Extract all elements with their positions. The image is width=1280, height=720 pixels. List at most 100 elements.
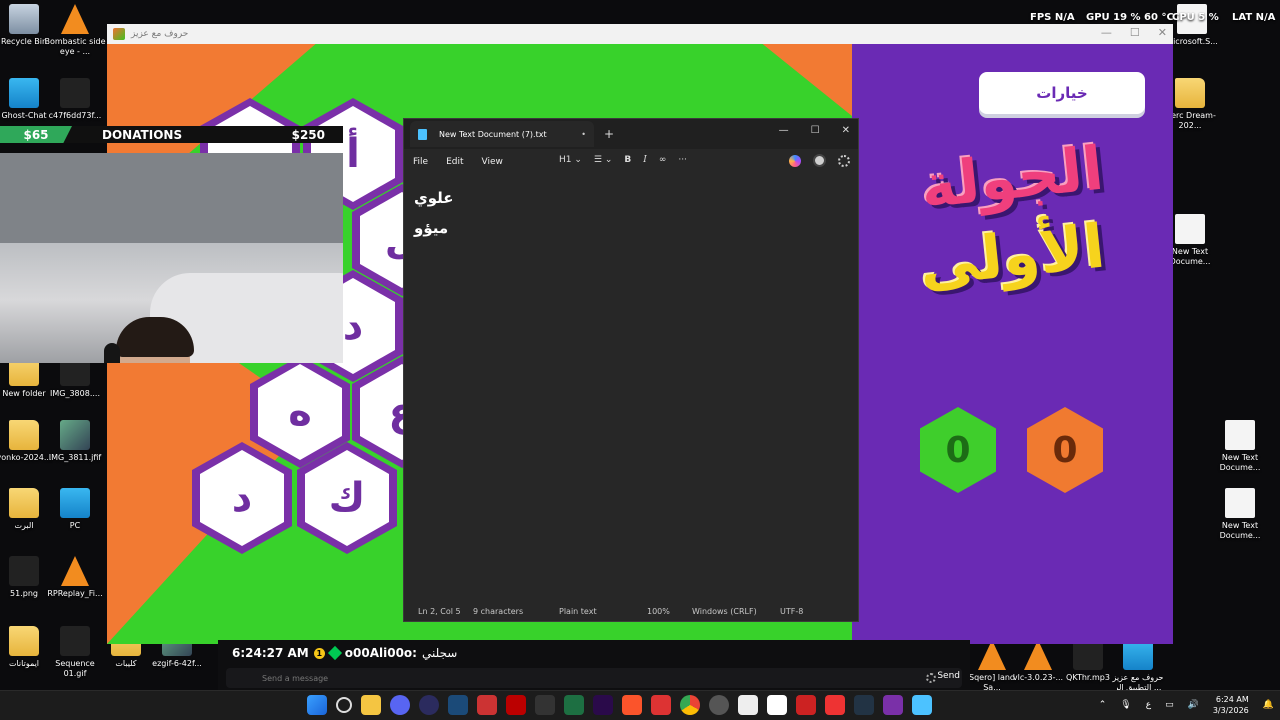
italic-icon[interactable]: I (643, 155, 647, 165)
list-dropdown-icon[interactable]: ☰ ⌄ (594, 155, 612, 165)
notepad-right-tools (789, 154, 850, 167)
account-icon[interactable] (813, 154, 826, 167)
red-app-icon[interactable] (506, 695, 526, 715)
keyboard-language[interactable]: ع (1146, 700, 1151, 710)
microphone-icon[interactable]: 🎙 (1120, 700, 1131, 710)
red-app-icon[interactable] (796, 695, 816, 715)
steam-icon[interactable] (709, 695, 729, 715)
menu-view[interactable]: View (482, 157, 503, 167)
text-file-icon (1225, 420, 1255, 450)
fps-readout: FPS N/A (1030, 12, 1075, 23)
copilot-icon[interactable] (789, 154, 801, 167)
maximize-icon[interactable]: ☐ (1130, 26, 1140, 39)
text-file-icon (1175, 214, 1205, 244)
close-icon[interactable]: ✕ (842, 125, 850, 136)
notepad-menu-bar: File Edit View H1 ⌄ ☰ ⌄ B I ∞ ··· (404, 149, 858, 175)
app-icon[interactable] (767, 695, 787, 715)
chevron-up-icon[interactable]: ⌃ (1099, 700, 1107, 710)
options-button[interactable]: خيارات (979, 72, 1145, 114)
file-explorer-icon[interactable] (361, 695, 381, 715)
red-app-icon[interactable] (651, 695, 671, 715)
steam-icon[interactable] (448, 695, 468, 715)
folder-icon (1175, 78, 1205, 108)
gem-badge-icon (327, 645, 342, 661)
search-icon[interactable] (336, 697, 352, 713)
app-icon (1123, 640, 1153, 670)
steam-icon[interactable] (854, 695, 874, 715)
unsaved-indicator: • (581, 129, 586, 139)
desktop-icon-new-text-2[interactable]: New Text Docume... (1208, 420, 1272, 473)
taskbar-apps (307, 695, 932, 715)
notepad-tab[interactable]: New Text Document (7).txt • (410, 121, 594, 147)
desktop-icon-bombastic[interactable]: Bombastic side eye - ... (43, 4, 107, 57)
maximize-icon[interactable]: ☐ (811, 125, 820, 136)
app-icon (9, 78, 39, 108)
line-ending[interactable]: Windows (CRLF) (692, 607, 757, 616)
app-icon (113, 28, 125, 40)
clock[interactable]: 6:24 AM 3/3/2026 (1213, 694, 1249, 716)
notepad-editor[interactable]: علوي ميؤو (404, 175, 858, 595)
format-toolbar: H1 ⌄ ☰ ⌄ B I ∞ ··· (559, 155, 687, 165)
bold-icon[interactable]: B (624, 155, 631, 165)
desktop-icon-letters-app[interactable]: حروف مع عزيز التطبيق الر ... (1106, 640, 1170, 693)
text-format[interactable]: Plain text (559, 607, 597, 616)
game-side-panel: خيارات الجولة الأولى 0 0 (852, 44, 1173, 644)
close-icon[interactable]: ✕ (1158, 26, 1167, 39)
volume-icon[interactable]: 🔊 (1188, 700, 1199, 710)
menu-edit[interactable]: Edit (446, 157, 463, 167)
image-icon (9, 556, 39, 586)
cursor-position[interactable]: Ln 2, Col 5 (418, 607, 461, 616)
chat-input[interactable]: Send a message (226, 668, 962, 688)
notepad-tab-bar: New Text Document (7).txt • + — ☐ ✕ (404, 119, 858, 149)
excel-icon[interactable] (564, 695, 584, 715)
chrome-icon[interactable] (680, 695, 700, 715)
vlc-icon (61, 556, 89, 586)
desktop-icon-pc[interactable]: PC (43, 488, 107, 531)
heading-dropdown[interactable]: H1 ⌄ (559, 155, 582, 165)
link-icon[interactable]: ∞ (659, 155, 667, 165)
chat-send-button[interactable]: Send (937, 671, 960, 681)
more-icon[interactable]: ··· (678, 155, 687, 165)
desktop-icon-img3811[interactable]: IMG_3811.jfif (43, 420, 107, 463)
game-window-title: حروف مع عزيز (131, 29, 189, 39)
media-player-icon[interactable] (419, 695, 439, 715)
chat-settings-icon[interactable] (926, 673, 936, 683)
lat-readout: LAT N/A (1232, 12, 1276, 23)
red-app-icon[interactable] (825, 695, 845, 715)
brave-icon[interactable] (622, 695, 642, 715)
discord-icon[interactable] (390, 695, 410, 715)
minimize-icon[interactable]: — (779, 125, 789, 136)
folder-icon (9, 626, 39, 656)
notepad-window-controls: — ☐ ✕ (779, 125, 850, 136)
premiere-icon[interactable] (593, 695, 613, 715)
donation-amount: $65 (0, 126, 72, 143)
notepad-window[interactable]: New Text Document (7).txt • + — ☐ ✕ File… (403, 118, 859, 622)
donation-label: DONATIONS (102, 127, 183, 142)
game-launcher-icon[interactable] (477, 695, 497, 715)
minimize-icon[interactable]: — (1101, 26, 1112, 39)
image-icon (60, 420, 90, 450)
capcut-icon[interactable] (535, 695, 555, 715)
chat-username[interactable]: o00Ali00o: (345, 646, 417, 660)
system-tray: ⌃ 🎙 ع ▭ 🔊 6:24 AM 3/3/2026 🔔 (1099, 694, 1274, 716)
subscriber-badge-icon: 1 (313, 647, 325, 659)
desktop-icon-c47f[interactable]: c47f6dd73f... (43, 78, 107, 121)
capcut-icon[interactable] (738, 695, 758, 715)
gpu-readout: GPU 19 % 60 °C (1086, 12, 1174, 23)
settings-gear-icon[interactable] (838, 154, 850, 167)
notification-icon[interactable]: 🔔 (1263, 700, 1274, 710)
network-icon[interactable]: ▭ (1165, 700, 1174, 710)
encoding[interactable]: UTF-8 (780, 607, 803, 616)
menu-file[interactable]: File (413, 157, 428, 167)
desktop-icon-rpreplay[interactable]: RPReplay_Fi... (43, 556, 107, 599)
zoom-level[interactable]: 100% (647, 607, 670, 616)
desktop-icon-new-text-3[interactable]: New Text Docume... (1208, 488, 1272, 541)
game-app-icon[interactable] (883, 695, 903, 715)
new-tab-button[interactable]: + (604, 127, 614, 141)
notepad-taskbar-icon[interactable] (912, 695, 932, 715)
cpu-readout: CPU 5 % (1172, 12, 1219, 23)
game-titlebar[interactable]: حروف مع عزيز — ☐ ✕ (107, 24, 1173, 44)
start-icon[interactable] (307, 695, 327, 715)
taskbar: ⌃ 🎙 ع ▭ 🔊 6:24 AM 3/3/2026 🔔 (0, 690, 1280, 720)
notepad-tab-title: New Text Document (7).txt (439, 129, 547, 139)
